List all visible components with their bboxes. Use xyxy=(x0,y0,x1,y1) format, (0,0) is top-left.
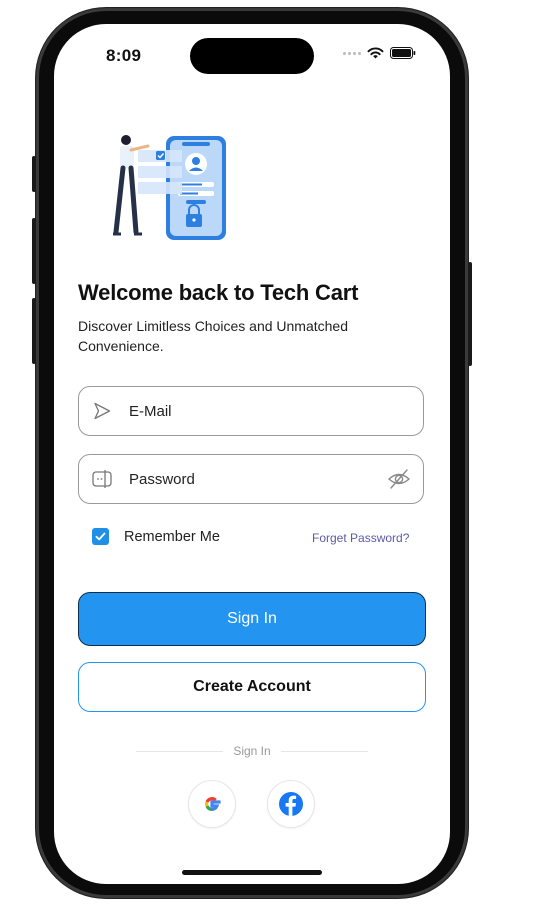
page-title: Welcome back to Tech Cart xyxy=(78,280,359,305)
google-sign-in-button[interactable] xyxy=(188,780,236,828)
wifi-icon xyxy=(367,47,384,59)
app-screen: 8:09 Welcome back to Tech Cart Discover … xyxy=(54,24,450,884)
dynamic-island xyxy=(190,38,314,74)
volume-down-button xyxy=(32,298,36,364)
password-input[interactable] xyxy=(129,470,387,488)
check-icon xyxy=(95,532,106,541)
volume-up-button xyxy=(32,218,36,284)
email-input[interactable] xyxy=(129,402,423,420)
divider-line xyxy=(136,750,224,752)
facebook-sign-in-button[interactable] xyxy=(267,780,315,828)
login-illustration xyxy=(113,135,226,240)
remember-me[interactable]: Remember Me xyxy=(92,528,220,545)
home-indicator xyxy=(182,870,322,875)
direct-right-icon xyxy=(91,400,113,422)
remember-label: Remember Me xyxy=(124,528,220,545)
sign-in-button[interactable]: Sign In xyxy=(78,592,426,646)
mute-switch xyxy=(32,156,36,192)
power-button xyxy=(468,262,472,366)
remember-checkbox[interactable] xyxy=(92,528,109,545)
password-check-icon xyxy=(91,468,113,490)
page-subtitle: Discover Limitless Choices and Unmatched… xyxy=(78,318,348,354)
password-field[interactable] xyxy=(78,454,424,504)
create-account-button[interactable]: Create Account xyxy=(78,662,426,712)
sign-in-divider: Sign In xyxy=(136,744,369,758)
signal-dots-icon xyxy=(343,51,361,55)
google-icon xyxy=(205,797,221,812)
facebook-icon xyxy=(279,792,303,816)
email-field[interactable] xyxy=(78,386,424,436)
eye-slash-icon[interactable] xyxy=(387,467,411,491)
divider-line xyxy=(280,750,369,752)
status-icons xyxy=(343,47,416,59)
divider-label: Sign In xyxy=(233,744,271,758)
battery-icon xyxy=(390,47,416,59)
forget-password-link[interactable]: Forget Password? xyxy=(312,531,409,545)
status-time: 8:09 xyxy=(106,46,142,65)
